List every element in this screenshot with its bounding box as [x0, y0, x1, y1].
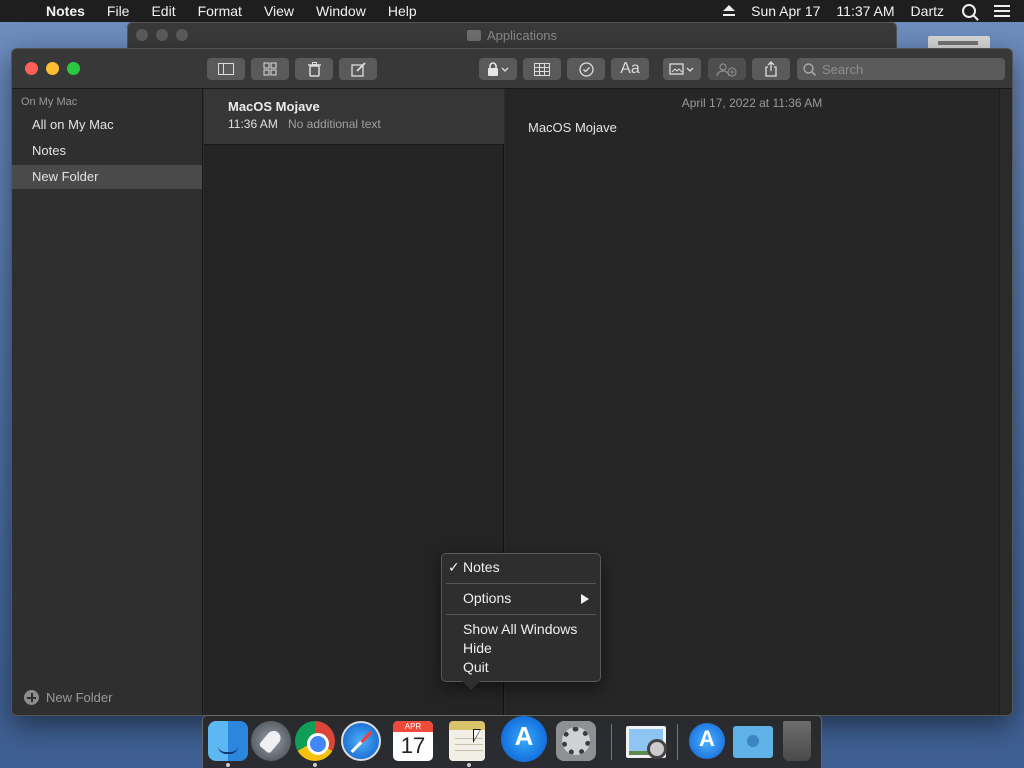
- toolbar: Aa: [12, 49, 1012, 89]
- menu-item-show-all-windows[interactable]: Show All Windows: [442, 620, 600, 639]
- dock-separator: [677, 724, 678, 760]
- format-aa-icon: Aa: [620, 60, 640, 77]
- menu-bar-date[interactable]: Sun Apr 17: [743, 3, 828, 19]
- lock-note-button[interactable]: [479, 58, 517, 80]
- menu-separator: [446, 614, 596, 615]
- sidebar-section-on-my-mac: On My Mac: [21, 96, 78, 108]
- plus-circle-icon: [24, 690, 39, 705]
- add-people-button[interactable]: [708, 58, 746, 80]
- menu-file[interactable]: File: [96, 0, 141, 22]
- dock-app-store-icon[interactable]: A: [501, 716, 547, 762]
- dock-safari-icon[interactable]: [341, 721, 381, 761]
- running-indicator: [467, 763, 471, 767]
- calendar-month: APR: [393, 721, 433, 732]
- sidebar-item-notes[interactable]: Notes: [12, 139, 202, 163]
- grid-icon: [263, 62, 277, 76]
- menu-item-options-label: Options: [463, 590, 512, 606]
- menu-item-hide[interactable]: Hide: [442, 639, 600, 658]
- format-button[interactable]: Aa: [611, 58, 649, 80]
- menu-app-notes[interactable]: Notes: [44, 0, 96, 22]
- dock-trash-icon[interactable]: [783, 721, 811, 761]
- spotlight-search-icon[interactable]: [962, 4, 976, 18]
- dock-chrome-icon[interactable]: [295, 721, 335, 761]
- menu-bar-user[interactable]: Dartz: [903, 3, 952, 19]
- table-button[interactable]: [523, 58, 561, 80]
- menu-edit[interactable]: Edit: [140, 0, 186, 22]
- applications-window[interactable]: Applications: [127, 22, 897, 48]
- menu-bar-time[interactable]: 11:37 AM: [828, 3, 902, 19]
- vertical-scrollbar[interactable]: [999, 89, 1012, 715]
- compose-icon: [350, 61, 366, 77]
- minimize-button[interactable]: [46, 62, 59, 75]
- dock-preview-icon[interactable]: [626, 726, 667, 759]
- close-button[interactable]: [25, 62, 38, 75]
- menu-help[interactable]: Help: [377, 0, 428, 22]
- menu-window[interactable]: Window: [305, 0, 377, 22]
- checkmark-circle-icon: [578, 61, 594, 77]
- note-preview: No additional text: [288, 117, 381, 131]
- dock-downloads-folder-icon[interactable]: [733, 726, 773, 758]
- sidebar-item-all-on-my-mac[interactable]: All on My Mac: [12, 113, 202, 137]
- dock-finder-icon[interactable]: [208, 721, 248, 761]
- gallery-view-button[interactable]: [251, 58, 289, 80]
- app-store-a-glyph: A: [699, 726, 715, 751]
- menu-separator: [446, 583, 596, 584]
- menu-bar: Notes File Edit Format View Window Help …: [0, 0, 1024, 22]
- note-body-text[interactable]: MacOS Mojave: [528, 120, 617, 135]
- mouse-cursor: [473, 729, 481, 743]
- notification-center-icon[interactable]: [994, 5, 1010, 17]
- trash-icon: [307, 61, 321, 77]
- search-icon: [803, 62, 816, 76]
- dock-context-menu: ✓ Notes Options Show All Windows Hide Qu…: [441, 553, 601, 690]
- applications-title-text: Applications: [486, 28, 558, 43]
- dock-app-store-folder-icon[interactable]: A: [689, 723, 725, 759]
- new-folder-label: New Folder: [46, 690, 113, 705]
- sidebar-toggle-button[interactable]: [207, 58, 245, 80]
- dock-launchpad-icon[interactable]: [251, 721, 291, 761]
- dock: APR 17 A A: [202, 715, 822, 768]
- dock-system-preferences-icon[interactable]: [556, 721, 596, 761]
- folder-icon: [466, 30, 481, 41]
- checklist-button[interactable]: [567, 58, 605, 80]
- menu-bar-extras: Sun Apr 17 11:37 AM Dartz: [715, 0, 1024, 22]
- dock-calendar-icon[interactable]: APR 17: [393, 721, 433, 761]
- folders-sidebar: On My Mac All on My Mac Notes New Folder…: [12, 89, 203, 715]
- menu-item-notes-label: Notes: [463, 559, 500, 575]
- note-date: April 17, 2022 at 11:36 AM: [681, 96, 823, 110]
- dock-separator: [611, 724, 612, 760]
- running-indicator: [313, 763, 317, 767]
- sidebar-icon: [218, 63, 234, 75]
- window-controls: [25, 62, 80, 75]
- lock-icon: [488, 62, 509, 76]
- running-indicator: [226, 763, 230, 767]
- menu-format[interactable]: Format: [187, 0, 253, 22]
- new-folder-button[interactable]: New Folder: [24, 690, 112, 705]
- applications-window-title: Applications: [128, 28, 896, 43]
- zoom-button[interactable]: [67, 62, 80, 75]
- eject-icon[interactable]: [723, 5, 736, 17]
- add-people-icon: [716, 62, 737, 77]
- share-button[interactable]: [752, 58, 790, 80]
- note-time: 11:36 AM: [228, 117, 278, 131]
- table-icon: [534, 62, 550, 76]
- list-item[interactable]: MacOS Mojave 11:36 AM No additional text: [204, 89, 504, 145]
- search-box[interactable]: [797, 58, 1005, 80]
- menu-view[interactable]: View: [253, 0, 305, 22]
- note-title: MacOS Mojave: [228, 99, 320, 114]
- compose-button[interactable]: [339, 58, 377, 80]
- submenu-arrow-icon: [581, 594, 589, 604]
- add-media-button[interactable]: [663, 58, 701, 80]
- menu-item-options[interactable]: Options: [442, 589, 600, 608]
- app-store-a-glyph: A: [514, 721, 534, 751]
- photo-icon: [669, 63, 694, 75]
- search-input[interactable]: [822, 61, 992, 77]
- delete-note-button[interactable]: [295, 58, 333, 80]
- checkmark-icon: ✓: [448, 559, 460, 575]
- menu-item-notes[interactable]: ✓ Notes: [442, 558, 600, 577]
- share-icon: [765, 61, 777, 77]
- menu-item-quit[interactable]: Quit: [442, 658, 600, 677]
- sidebar-item-new-folder[interactable]: New Folder: [12, 165, 202, 189]
- calendar-day: 17: [400, 733, 426, 758]
